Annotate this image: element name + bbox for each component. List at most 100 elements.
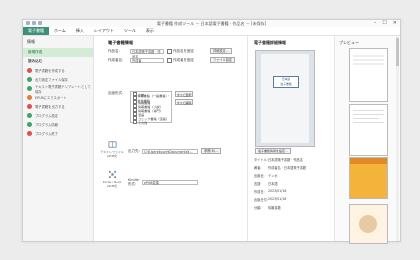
preview-scrollbar[interactable] — [396, 36, 399, 241]
select-all-button[interactable]: すべて選択 — [175, 91, 193, 97]
preview-page-2[interactable] — [349, 104, 388, 156]
preview-page-4[interactable] — [349, 204, 388, 244]
author-checkbox[interactable] — [167, 57, 172, 63]
category-label: その他 — [138, 120, 148, 125]
category-item[interactable]: その他 — [131, 120, 171, 125]
category-row: 出版形式: — [108, 91, 130, 96]
deselect-all-button[interactable]: すべて解除 — [175, 99, 193, 105]
title-checkbox[interactable] — [167, 48, 172, 54]
undo-icon[interactable] — [32, 21, 36, 25]
sidebar-action-item[interactable]: プログラム情報 — [23, 120, 93, 129]
action-label: 出力設定ファイル保存 — [35, 78, 68, 82]
close-button[interactable]: ✕ — [393, 20, 397, 26]
kindle-field-label: Kindle形式: — [128, 178, 139, 186]
action-icon — [27, 122, 32, 127]
detail-row: タイトル: 日本語電子書籍 · 作品名 — [254, 157, 303, 162]
detail-key: 出版日付: — [254, 198, 268, 202]
menu-view[interactable]: 表示 — [141, 27, 159, 35]
detail-row: 著者: 作成者名 · 日本語電子書籍 — [254, 165, 306, 170]
action-icon — [27, 131, 32, 136]
kindle-format-select[interactable]: ePUB変換 — [142, 180, 198, 185]
cover-preview: 日本語 電子書籍 — [255, 50, 315, 147]
menu-tools[interactable]: ツール — [119, 27, 141, 35]
minimize-button[interactable]: – — [374, 20, 377, 26]
author-input[interactable]: 作成者 — [130, 57, 164, 63]
category-item[interactable]: 情報書籍（一般書籍）・総合書籍 — [131, 94, 171, 103]
detail-key: 分類: — [254, 206, 262, 210]
title-row: 作品名: 日本語電子書籍 · 作品名 作品名を固定 詳細設定... — [108, 48, 232, 59]
detail-row: 言語: 日本語 — [254, 181, 278, 186]
window-controls: – ☐ ✕ — [374, 20, 397, 26]
action-icon — [27, 77, 32, 82]
detail-row: 出版社: テンポ — [254, 173, 278, 178]
category-checkbox[interactable] — [133, 120, 137, 124]
detail-value: 日本語 — [268, 182, 278, 186]
sidebar-item-create[interactable]: 新規作成 — [23, 48, 93, 57]
detail-key: 作成日: — [254, 190, 265, 194]
maximize-button[interactable]: ☐ — [382, 20, 386, 26]
sidebar-header: 情報 — [27, 39, 35, 44]
sidebar-action-item[interactable]: プログラム終了 — [23, 129, 93, 138]
detail-value: 作成者名 · 日本語電子書籍 — [268, 166, 307, 170]
redo-icon[interactable] — [38, 21, 42, 25]
preview-panel: プレビュー — [334, 36, 400, 244]
action-icon — [27, 95, 32, 100]
action-label: プログラム設定 — [35, 114, 58, 118]
epub-field-label: 出力先: — [128, 148, 140, 153]
detail-value: 日本語電子書籍 · 作品名 — [268, 158, 303, 162]
file-settings-button[interactable]: ファイル設定 — [210, 57, 236, 63]
cover-label: 日本語 電子書籍 — [273, 76, 299, 88]
title-bar: 電子書籍 作成ツール － 日本語電子書籍 · 作品名 － [未保存] – ☐ ✕ — [23, 20, 400, 27]
category-list[interactable]: 小説 情報書籍（一般書籍）・総合書籍 情報書籍 情報書籍（小説） 情報書籍（専門） 漫画コ… — [130, 91, 172, 125]
browse-button[interactable]: 参照(B)... — [201, 148, 222, 154]
sidebar-action-item[interactable]: 電子書籍を出力する — [23, 102, 93, 111]
kindle-icon-label: Kindle / Nook ePUB化 — [102, 180, 122, 188]
save-icon[interactable] — [26, 21, 30, 25]
action-icon — [27, 113, 32, 118]
preview-title: プレビュー — [339, 40, 359, 45]
detail-row: 作成日: 2023/01/18 — [254, 189, 286, 194]
menu-home[interactable]: ホーム — [49, 27, 71, 35]
detail-key: 著者: — [254, 166, 262, 170]
title-check-label: 作品名を固定 — [173, 48, 194, 53]
share-icon — [108, 170, 116, 179]
window-title: 電子書籍 作成ツール － 日本語電子書籍 · 作品名 － [未保存] — [156, 20, 267, 26]
action-label: EPUBにエクスポート — [35, 96, 67, 100]
sidebar-action-item[interactable]: テキスト電子書籍テンプレートとして保存 — [23, 84, 93, 94]
title-label: 作品名: — [108, 48, 120, 53]
sidebar-action-item[interactable]: プログラム設定 — [23, 111, 93, 120]
detail-value: テンポ — [268, 174, 278, 178]
detail-value: 情報書籍 — [268, 206, 281, 210]
epub-path-input[interactable]: C:¥Users¥user¥Documents¥... — [142, 148, 198, 154]
category-label: 出版形式: — [108, 91, 124, 95]
action-label: テキスト電子書籍テンプレートとして保存 — [35, 84, 91, 94]
preview-page-3[interactable] — [349, 157, 388, 199]
preview-page-1[interactable] — [349, 48, 388, 102]
detail-settings-button[interactable]: 詳細設定... — [210, 48, 232, 54]
detail-row: 分類: 情報書籍 — [254, 205, 281, 210]
sidebar: 情報 新規作成 読み込む 電子書籍を作成する 出力設定ファイル保存テキスト電子書籍… — [23, 36, 94, 241]
author-check-label: 作成者を固定 — [173, 57, 194, 62]
menu-ebook[interactable]: 電子書籍 — [23, 27, 49, 35]
sidebar-action-item[interactable]: EPUBにエクスポート — [23, 93, 93, 102]
action-label: 電子書籍を作成する — [35, 69, 65, 73]
menu-bar: 電子書籍 ホーム 挿入 レイアウト ツール 表示 — [23, 27, 400, 36]
menu-layout[interactable]: レイアウト — [89, 27, 119, 35]
action-icon — [27, 104, 32, 109]
detail-row: 出版日付: 2023/01/18 — [254, 197, 286, 202]
sidebar-action-item[interactable]: 電子書籍を作成する — [23, 66, 93, 75]
main-panel: 電子書籍情報 作品名: 日本語電子書籍 · 作品名 作品名を固定 詳細設定...… — [94, 36, 246, 241]
title-input[interactable]: 日本語電子書籍 · 作品名 — [130, 48, 164, 59]
epub-icon-label: テキスト/ファイル ePUB化 — [100, 150, 124, 158]
epub-export-block: テキスト/ファイル ePUB化 — [100, 140, 124, 158]
sidebar-item-open[interactable]: 読み込む — [23, 57, 93, 66]
kindle-export-block: Kindle / Nook ePUB化 — [100, 170, 124, 188]
detail-key: 言語: — [254, 182, 262, 186]
detail-value: 2023/01/18 — [268, 189, 287, 193]
action-icon — [27, 68, 32, 73]
detail-key: 出版社: — [254, 174, 265, 178]
quick-access-toolbar — [26, 21, 42, 25]
cover-settings-button[interactable]: 電子書籍情報を設定... — [255, 148, 291, 154]
menu-insert[interactable]: 挿入 — [71, 27, 89, 35]
action-label: 電子書籍を出力する — [35, 105, 65, 109]
